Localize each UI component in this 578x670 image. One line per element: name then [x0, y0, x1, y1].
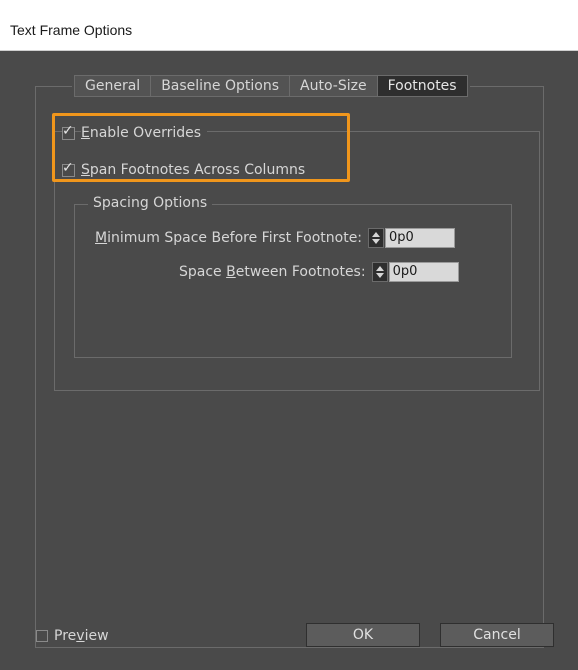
- space-between-row: Space Between Footnotes: 0p0: [179, 262, 459, 282]
- highlight-box: [52, 113, 350, 182]
- window-title: Text Frame Options: [10, 22, 133, 38]
- space-between-label: Space Between Footnotes:: [179, 264, 366, 280]
- cancel-button[interactable]: Cancel: [440, 623, 554, 647]
- min-space-stepper[interactable]: [368, 228, 385, 248]
- space-between-input[interactable]: 0p0: [388, 262, 459, 282]
- preview-option[interactable]: Preview: [36, 628, 109, 644]
- preview-label: Preview: [54, 628, 109, 644]
- dialog-body: General Baseline Options Auto-Size Footn…: [0, 51, 578, 670]
- space-between-stepper[interactable]: [371, 262, 388, 282]
- tab-auto-size[interactable]: Auto-Size: [289, 75, 377, 97]
- preview-checkbox[interactable]: [36, 630, 48, 642]
- tab-baseline-options[interactable]: Baseline Options: [150, 75, 290, 97]
- ok-button[interactable]: OK: [306, 623, 420, 647]
- tab-bar: General Baseline Options Auto-Size Footn…: [72, 75, 470, 97]
- min-space-input[interactable]: 0p0: [385, 228, 456, 248]
- arrow-down-icon: [372, 239, 381, 244]
- tab-footnotes[interactable]: Footnotes: [376, 75, 468, 97]
- arrow-up-icon: [375, 266, 384, 271]
- title-bar: Text Frame Options: [0, 0, 578, 51]
- tab-general[interactable]: General: [74, 75, 151, 97]
- min-space-label: Minimum Space Before First Footnote:: [95, 230, 363, 246]
- arrow-up-icon: [372, 232, 381, 237]
- spacing-options-legend: Spacing Options: [88, 195, 213, 211]
- min-space-row: Minimum Space Before First Footnote: 0p0: [95, 228, 456, 248]
- arrow-down-icon: [375, 273, 384, 278]
